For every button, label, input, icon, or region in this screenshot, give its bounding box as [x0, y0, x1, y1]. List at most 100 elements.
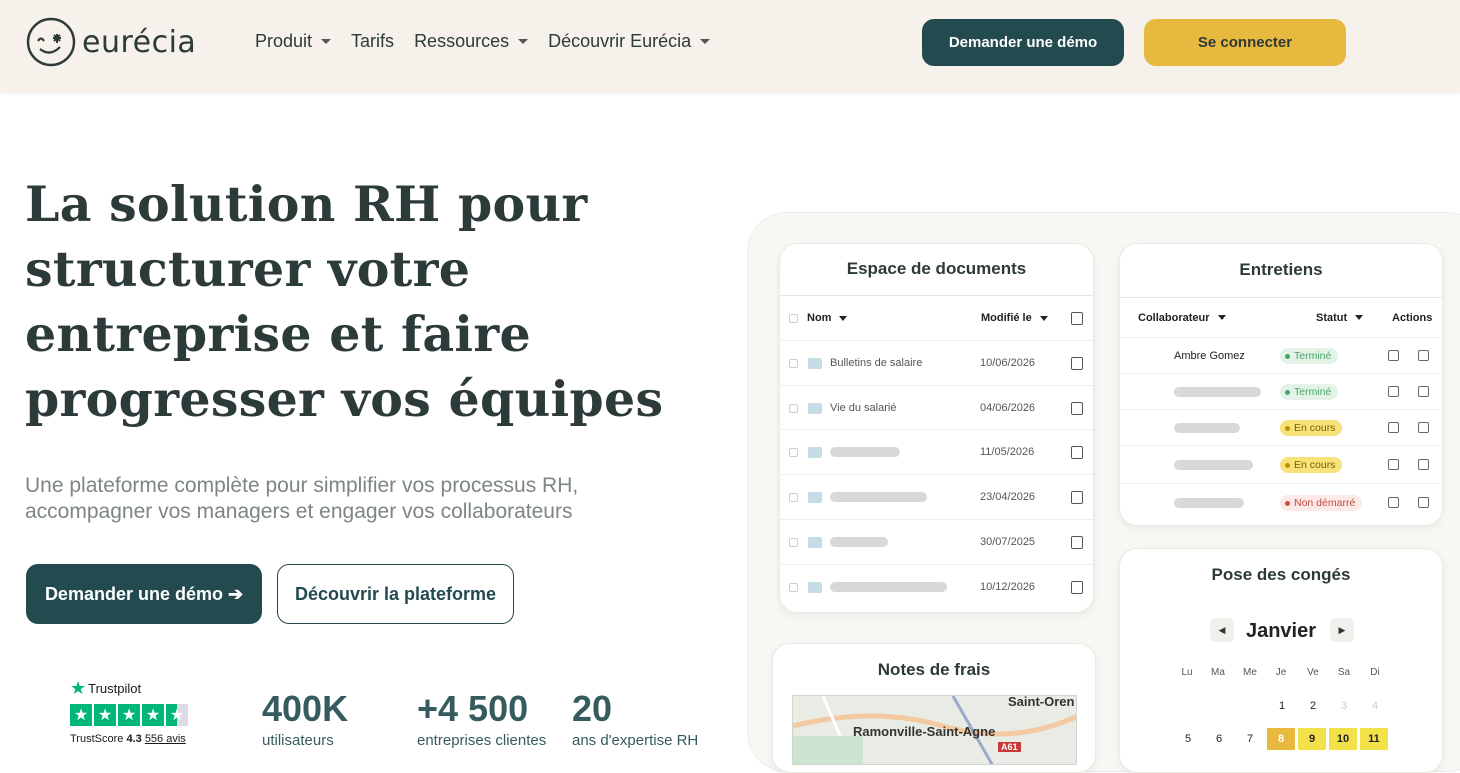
eurecia-logo-icon: [26, 17, 76, 67]
document-action-icon[interactable]: [1071, 535, 1083, 549]
table-row[interactable]: 23/04/2026: [780, 474, 1093, 519]
checkbox[interactable]: [789, 582, 798, 592]
add-document-icon[interactable]: [1071, 311, 1083, 325]
hero-title-line: progresser vos équipes: [25, 370, 664, 428]
print-icon[interactable]: [1388, 350, 1399, 361]
trustpilot-logo: ★ Trustpilot: [70, 678, 188, 699]
col-date-header[interactable]: Modifié le: [981, 312, 1048, 324]
document-action-icon[interactable]: [1071, 401, 1083, 415]
trash-icon[interactable]: [1418, 386, 1429, 397]
stat-users: 400K utilisateurs: [262, 688, 348, 749]
stat-expertise: 20 ans d'expertise RH: [572, 688, 698, 749]
table-row[interactable]: 11/05/2026: [780, 429, 1093, 474]
placeholder-bar: [830, 537, 888, 547]
folder-icon: [808, 581, 822, 593]
checkbox[interactable]: [789, 447, 798, 457]
trash-icon[interactable]: [1418, 422, 1429, 433]
next-month-button[interactable]: ▶: [1330, 618, 1354, 642]
stat-label: utilisateurs: [262, 732, 334, 749]
nav-ressources[interactable]: Ressources: [414, 31, 529, 52]
weekday-label: Sa: [1337, 667, 1351, 678]
trash-icon[interactable]: [1418, 497, 1429, 508]
calendar-day[interactable]: 6: [1205, 728, 1233, 750]
folder-icon: [808, 402, 822, 414]
document-date: 04/06/2026: [980, 402, 1036, 414]
document-date: 10/06/2026: [980, 357, 1036, 369]
checkbox[interactable]: [789, 492, 798, 502]
reviews-link[interactable]: 556 avis: [145, 733, 186, 745]
table-row[interactable]: Ambre Gomez Terminé: [1120, 337, 1442, 373]
calendar-day[interactable]: 2: [1299, 695, 1327, 717]
stat-value: +4 500: [417, 688, 529, 729]
discover-platform-button[interactable]: Découvrir la plateforme: [277, 564, 514, 624]
col-actions-header: Actions: [1392, 311, 1433, 324]
card-title: Entretiens: [1239, 260, 1323, 279]
col-date-label: Modifié le: [981, 312, 1032, 324]
calendar-day-selected[interactable]: 8: [1267, 728, 1295, 750]
trash-icon[interactable]: [1418, 350, 1429, 361]
document-action-icon[interactable]: [1071, 580, 1083, 594]
stat-label: entreprises clientes: [417, 732, 547, 749]
calendar-day[interactable]: 1: [1268, 695, 1296, 717]
hero-title: La solution RH pour structurer votre ent…: [25, 172, 705, 432]
folder-icon: [808, 446, 822, 458]
print-icon[interactable]: [1388, 386, 1399, 397]
col-name-header[interactable]: Nom: [807, 312, 848, 324]
nav-decouvrir[interactable]: Découvrir Eurécia: [548, 31, 711, 52]
document-action-icon[interactable]: [1071, 490, 1083, 504]
table-row[interactable]: 30/07/2025: [780, 519, 1093, 564]
table-row[interactable]: 10/12/2026: [780, 564, 1093, 609]
calendar-day[interactable]: 7: [1236, 728, 1264, 750]
calendar-day[interactable]: 3: [1330, 695, 1358, 717]
table-row[interactable]: Terminé: [1120, 373, 1442, 409]
trustpilot-widget[interactable]: ★ Trustpilot ★ ★ ★ ★ ★ TrustScore 4.3 556…: [70, 678, 188, 745]
calendar-day[interactable]: 4: [1361, 695, 1389, 717]
hero-demo-button[interactable]: Demander une démo ➔: [26, 564, 262, 624]
login-button[interactable]: Se connecter: [1144, 19, 1346, 66]
header-demo-button[interactable]: Demander une démo: [922, 19, 1124, 66]
col-collaborateur-header[interactable]: Collaborateur: [1138, 312, 1226, 324]
document-name: Vie du salarié: [830, 402, 897, 414]
weekday-label: Ma: [1211, 667, 1225, 678]
table-row[interactable]: Vie du salarié 04/06/2026: [780, 385, 1093, 430]
checkbox[interactable]: [789, 403, 798, 413]
col-statut-header[interactable]: Statut: [1316, 311, 1364, 324]
documents-header-row: Nom Modifié le: [780, 295, 1093, 340]
calendar-day-selected[interactable]: 10: [1329, 728, 1357, 750]
print-icon[interactable]: [1388, 422, 1399, 433]
notes-de-frais-card: Notes de frais Ramonville-Saint-Agne Sai…: [772, 643, 1096, 773]
trash-icon[interactable]: [1418, 459, 1429, 470]
document-action-icon[interactable]: [1071, 356, 1083, 370]
table-row[interactable]: Non démarré: [1120, 483, 1442, 521]
stat-value: 400K: [262, 688, 349, 729]
weekday-label: Di: [1370, 667, 1380, 678]
checkbox[interactable]: [789, 313, 798, 323]
folder-icon: [808, 357, 822, 369]
nav-label: Ressources: [414, 31, 510, 51]
calendar-day-selected[interactable]: 11: [1360, 728, 1388, 750]
expense-map[interactable]: Ramonville-Saint-Agne Saint-Oren A61: [792, 695, 1077, 765]
document-action-icon[interactable]: [1071, 445, 1083, 459]
nav-produit[interactable]: Produit: [255, 31, 332, 52]
nav-tarifs[interactable]: Tarifs: [351, 31, 394, 52]
trustscore: TrustScore 4.3 556 avis: [70, 733, 188, 745]
calendar-day-selected[interactable]: 9: [1298, 728, 1326, 750]
stat-clients: +4 500 entreprises clientes: [417, 688, 546, 749]
entretiens-header-row: Collaborateur Statut Actions: [1120, 297, 1442, 337]
logo[interactable]: eurécia: [26, 17, 196, 67]
placeholder-bar: [1174, 459, 1253, 470]
calendar-day[interactable]: 5: [1174, 728, 1202, 750]
stat-value: 20: [572, 688, 613, 729]
col-statut-label: Statut: [1316, 311, 1348, 324]
print-icon[interactable]: [1388, 497, 1399, 508]
print-icon[interactable]: [1388, 459, 1399, 470]
table-row[interactable]: En cours: [1120, 445, 1442, 483]
table-row[interactable]: En cours: [1120, 409, 1442, 445]
hero-title-line: La solution RH pour: [25, 175, 588, 233]
star-icon: ★: [94, 704, 116, 726]
checkbox[interactable]: [789, 358, 798, 368]
sort-icon: [1355, 315, 1364, 321]
table-row[interactable]: Bulletins de salaire 10/06/2026: [780, 340, 1093, 385]
checkbox[interactable]: [789, 537, 798, 547]
trustpilot-stars: ★ ★ ★ ★ ★: [70, 704, 188, 726]
